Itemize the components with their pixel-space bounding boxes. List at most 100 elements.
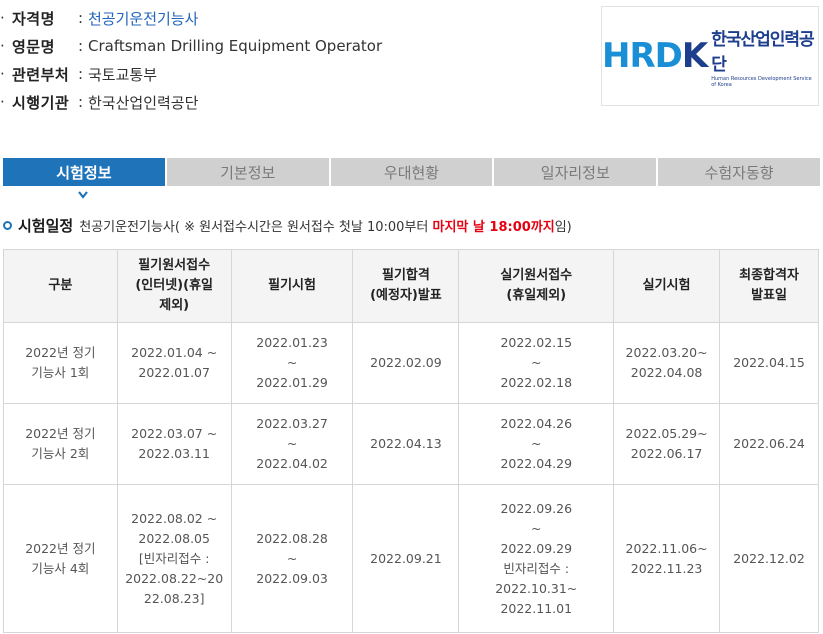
cell-line: 2022.03.11 [138,446,210,461]
cell-line: 2022년 정기 [25,426,96,441]
info-label: 자격명 [12,9,55,28]
qualification-info: · 자격명 : 천공기운전기능사 · 영문명 : Craftsman Drill… [0,4,382,116]
info-row-agency: · 시행기관 : 한국산업인력공단 [0,88,382,116]
cell-line: 2022.08.22~20 [125,570,224,586]
cell-line: 2022.01.07 [138,365,210,380]
cell-line: 2022.04.26 [500,416,573,431]
cell-line: 2022.11.01 [500,600,573,616]
table-header-cell: 실기원서접수 (휴일제외) [458,249,615,323]
table-cell: 2022.09.26 ~2022.09.29 빈자리접수 : 2022.10.31~ 2… [458,484,615,633]
header-line: 필기시험 [268,278,316,293]
tab-examinee-trends[interactable]: 수험자동향 [658,158,820,186]
table-row: 2022년 정기 기능사 2회 2022.03.07 ~2022.03.11 2022… [3,403,819,485]
table-header-cell: 필기원서접수 (인터넷)(휴일제외) [116,249,232,323]
cell-line: 2022.01.29 [256,375,328,390]
info-label: 관련부처 [12,65,70,84]
circle-bullet-icon [3,221,12,230]
hrdk-logo-mark: HRDK [602,36,708,76]
table-header-row: 구분 필기원서접수 (인터넷)(휴일제외) 필기시험 필기합격 (예정자)발표 실기원서접수… [3,249,819,323]
cell-line: ~ [286,355,298,370]
tab-job-info[interactable]: 일자리정보 [494,158,657,186]
cell-line: 2022.08.02 ~ [131,510,218,526]
cell-line: 2022.12.02 [733,550,805,566]
colon: : [78,65,84,83]
table-row: 2022년 정기기능사 4회 2022.08.02 ~ 2022.08.05 [빈자리… [3,484,819,633]
table-cell: 2022.03.27 ~2022.04.02 [230,403,354,485]
tab-basic-info[interactable]: 기본정보 [166,158,329,186]
agency-name: 한국산업인력공단 [88,93,199,112]
cell-line: 기능사 2회 [31,446,90,461]
tab-preference-status[interactable]: 우대현황 [330,158,493,186]
cell-line: 2022년 정기 [25,345,96,360]
colon: : [78,9,84,27]
table-cell: 2022.11.06~ 2022.11.23 [613,484,721,633]
cell-line: 2022.02.15 [500,335,573,350]
cell-line: 2022.01.04 ~ [131,345,218,360]
header-line: 필기원서접수 [138,258,211,273]
cell-line: ~ [286,436,298,451]
table-header-cell: 최종합격자 발표일 [719,249,819,323]
table-header-cell: 필기합격 (예정자)발표 [352,249,460,323]
cell-line: ~ [531,355,542,370]
header-line: 필기합격 [382,268,430,283]
table-cell: 2022년 정기기능사 1회 [3,322,118,404]
table-header-cell: 구분 [3,249,118,323]
info-label: 시행기관 [12,93,70,112]
table-cell: 2022.05.29~ 2022.06.17 [613,403,721,485]
table-cell: 2022년 정기기능사 2회 [3,403,118,485]
bullet: · [0,9,5,27]
tab-exam-info[interactable]: 시험정보 [3,158,165,186]
cell-line: 2022.09.03 [256,570,328,586]
cell-line: 2022.04.02 [256,456,328,471]
header-line: (인터넷)(휴일 [135,278,213,293]
header-line: 실기시험 [642,278,691,293]
table-cell: 2022.03.07 ~ 2022.03.11 [116,403,232,485]
cell-line: 2022.03.07 ~ [131,426,218,441]
cell-line: [빈자리접수 : [138,550,210,566]
table-header-cell: 필기시험 [230,249,354,323]
header-line: (예정자)발표 [370,288,442,303]
table-cell: 2022.08.28 ~2022.09.03 [230,484,354,633]
cell-line: 빈자리접수 : [503,560,570,576]
cell-line: 2022.02.18 [500,375,573,390]
cell-line: 2022.09.26 [500,500,573,516]
cell-line: 2022.03.27 [256,416,328,431]
cell-line: 기능사 1회 [31,365,90,380]
logo-name-en: Human Resources Development Service of K… [711,75,812,88]
cell-line: 2022.01.23 [256,335,328,350]
logo-name-ko: 한국산업인력공단 [711,29,814,75]
cell-line: 2022.10.31~ [495,580,578,596]
table-cell: 2022.01.23 ~2022.01.29 [230,322,354,404]
cell-line: 기능사 4회 [31,560,90,576]
cell-line: 2022.06.17 [630,446,703,461]
qualification-name: 천공기운전기능사 [88,9,199,28]
info-label: 영문명 [12,37,55,56]
cell-line: 2022년 정기 [25,540,96,556]
header-line: 제외) [159,298,190,313]
header-line: 최종합격자 [739,268,799,283]
tab-bar: 시험정보 기본정보 우대현황 일자리정보 수험자동향 [3,158,820,186]
header-line: 구분 [48,278,73,293]
bullet: · [0,93,5,111]
cell-line: ~ [286,550,298,566]
table-cell: 2022.01.04 ~ 2022.01.07 [116,322,232,404]
cell-line: 2022.08.05 [138,530,210,546]
deadline-highlight: 마지막 날 18:00까지 [432,220,555,235]
cell-line: 2022.09.21 [370,550,442,566]
table-cell: 2022.08.02 ~ 2022.08.05 [빈자리접수 : 2022.08.22… [116,484,232,633]
cell-line: 2022.09.29 [500,540,573,556]
cell-line: 2022.04.29 [500,456,573,471]
info-row-name: · 자격명 : 천공기운전기능사 [0,4,382,32]
cell-line: 2022.11.23 [630,560,703,576]
cell-line: 2022.04.08 [630,365,703,380]
chevron-down-icon [78,191,88,199]
table-cell: 2022.04.26 ~2022.04.29 [458,403,615,485]
table-cell: 2022.12.02 [719,484,819,633]
cell-line: 2022.04.15 [733,355,805,370]
cell-line: 2022.06.24 [733,436,805,451]
cell-line: 2022.11.06~ [625,540,708,556]
section-title: 시험일정 [18,217,74,235]
table-cell: 2022.04.13 [352,403,460,485]
cell-line: 2022.02.09 [370,355,442,370]
hrdk-logo: HRDK 한국산업인력공단 Human Resources Developmen… [601,6,819,106]
